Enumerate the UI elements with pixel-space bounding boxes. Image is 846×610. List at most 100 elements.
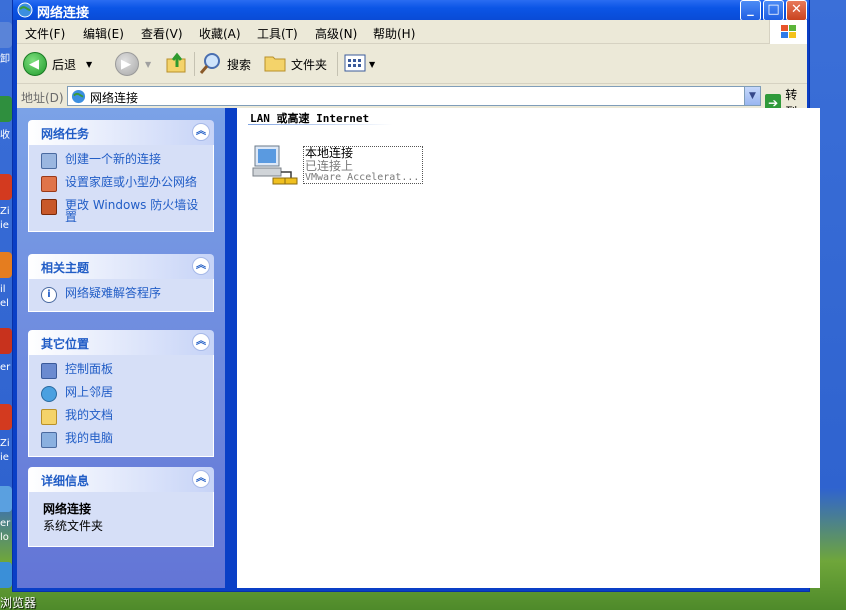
place-label: 网上邻居	[65, 385, 114, 399]
panel-body: 创建一个新的连接 设置家庭或小型办公网络 更改 Windows 防火墙设置	[28, 145, 214, 232]
maximize-button[interactable]: □	[763, 0, 784, 21]
place-label: 控制面板	[65, 362, 114, 376]
title-bar[interactable]: 网络连接 _ □ ✕	[13, 0, 809, 21]
address-bar: 地址(D) 网络连接 ▼ ➔ 转到	[17, 84, 807, 119]
forward-button[interactable]: ▶ ▼	[115, 50, 151, 78]
desktop-icon[interactable]	[0, 22, 12, 48]
connection-label-box: 本地连接 已连接上 VMware Accelerat...	[303, 146, 423, 184]
desktop-icon[interactable]	[0, 486, 12, 512]
up-folder-button[interactable]	[165, 50, 189, 78]
collapse-chevron-icon[interactable]: ︽	[192, 257, 210, 275]
task-firewall-settings[interactable]: 更改 Windows 防火墙设置	[41, 199, 205, 223]
details-type: 系统文件夹	[43, 519, 104, 533]
chevron-down-icon: ▼	[145, 59, 152, 69]
panel-title: 详细信息	[41, 474, 90, 488]
menu-advanced[interactable]: 高级(N)	[315, 25, 357, 42]
address-dropdown-icon[interactable]: ▼	[744, 87, 760, 105]
content-pane: LAN 或高速 Internet 本地连接 已连接上 VMware Accele…	[237, 108, 820, 588]
back-label: 后退	[52, 57, 77, 72]
task-label: 创建一个新的连接	[65, 152, 162, 166]
menu-file[interactable]: 文件(F)	[25, 25, 65, 42]
place-control-panel[interactable]: 控制面板	[41, 363, 205, 379]
menu-view[interactable]: 查看(V)	[141, 25, 183, 42]
toolbar: ◀ 后退 ▼ ▶ ▼ 搜索 文件夹 ▼	[17, 44, 807, 84]
forward-arrow-icon: ▶	[115, 52, 139, 76]
control-panel-icon	[41, 363, 57, 379]
panel-body: 网络连接 系统文件夹	[28, 492, 214, 547]
panel-header[interactable]: 详细信息 ︽	[28, 467, 214, 492]
details-name: 网络连接	[43, 502, 92, 516]
task-pane: 网络任务 ︽ 创建一个新的连接 设置家庭或小型办公网络 更改 Windows 防…	[17, 108, 225, 588]
panel-related-topics: 相关主题 ︽ i 网络疑难解答程序	[28, 254, 214, 312]
computer-icon	[41, 432, 57, 448]
address-label: 地址(D)	[21, 91, 64, 105]
panel-header[interactable]: 网络任务 ︽	[28, 120, 214, 145]
place-network-neighborhood[interactable]: 网上邻居	[41, 386, 205, 402]
panel-header[interactable]: 相关主题 ︽	[28, 254, 214, 279]
task-label: 网络疑难解答程序	[65, 286, 162, 300]
task-create-connection[interactable]: 创建一个新的连接	[41, 153, 205, 169]
panel-other-places: 其它位置 ︽ 控制面板 网上邻居 我的文档 我的电脑	[28, 330, 214, 457]
explorer-window: 网络连接 _ □ ✕ 文件(F) 编辑(E) 查看(V) 收藏(A) 工具(T)…	[12, 0, 820, 592]
back-button[interactable]: ◀ 后退 ▼	[23, 50, 92, 78]
panel-body: i 网络疑难解答程序	[28, 279, 214, 312]
firewall-icon	[41, 199, 57, 215]
place-label: 我的电脑	[65, 431, 114, 445]
place-my-computer[interactable]: 我的电脑	[41, 432, 205, 448]
panel-body: 控制面板 网上邻居 我的文档 我的电脑	[28, 355, 214, 457]
desktop-icon[interactable]	[0, 404, 12, 430]
close-button[interactable]: ✕	[786, 0, 807, 21]
address-input[interactable]: 网络连接 ▼	[67, 86, 761, 106]
toolbar-separator	[337, 52, 338, 76]
panel-network-tasks: 网络任务 ︽ 创建一个新的连接 设置家庭或小型办公网络 更改 Windows 防…	[28, 120, 214, 232]
folders-label: 文件夹	[291, 57, 328, 72]
menu-bar: 文件(F) 编辑(E) 查看(V) 收藏(A) 工具(T) 高级(N) 帮助(H…	[17, 20, 807, 44]
menu-favorites[interactable]: 收藏(A)	[199, 25, 241, 42]
panel-title: 相关主题	[41, 261, 90, 275]
collapse-chevron-icon[interactable]: ︽	[192, 123, 210, 141]
home-network-icon	[41, 176, 57, 192]
back-arrow-icon: ◀	[23, 52, 47, 76]
views-icon	[343, 51, 367, 78]
collapse-chevron-icon[interactable]: ︽	[192, 470, 210, 488]
windows-logo-icon	[769, 20, 807, 44]
folder-icon	[263, 51, 287, 78]
menu-tools[interactable]: 工具(T)	[257, 25, 298, 42]
folders-button[interactable]: 文件夹	[263, 50, 327, 78]
menu-edit[interactable]: 编辑(E)	[83, 25, 124, 42]
minimize-button[interactable]: _	[740, 0, 761, 21]
desktop-icon[interactable]	[0, 174, 12, 200]
desktop-icon-label: 浏览器	[0, 596, 37, 610]
network-places-icon	[41, 386, 57, 402]
address-value: 网络连接	[90, 91, 139, 105]
panel-header[interactable]: 其它位置 ︽	[28, 330, 214, 355]
connection-item[interactable]: 本地连接 已连接上 VMware Accelerat...	[251, 142, 431, 186]
desktop-icon[interactable]	[0, 328, 12, 354]
task-home-network[interactable]: 设置家庭或小型办公网络	[41, 176, 205, 192]
connection-status: 已连接上	[305, 159, 354, 173]
task-label: 更改 Windows 防火墙设置	[65, 198, 199, 224]
panel-details: 详细信息 ︽ 网络连接 系统文件夹	[28, 467, 214, 547]
chevron-down-icon: ▼	[369, 59, 376, 69]
task-troubleshooter[interactable]: i 网络疑难解答程序	[41, 287, 205, 303]
group-divider	[248, 124, 393, 125]
panel-title: 网络任务	[41, 127, 90, 141]
toolbar-separator	[194, 52, 195, 76]
menu-help[interactable]: 帮助(H)	[373, 25, 415, 42]
desktop-icon[interactable]	[0, 252, 12, 278]
panel-title: 其它位置	[41, 337, 90, 351]
place-my-documents[interactable]: 我的文档	[41, 409, 205, 425]
desktop-icon[interactable]	[0, 96, 12, 122]
folder-up-icon	[165, 51, 189, 78]
lan-connection-icon	[251, 142, 299, 186]
collapse-chevron-icon[interactable]: ︽	[192, 333, 210, 351]
info-icon: i	[41, 287, 57, 303]
task-label: 设置家庭或小型办公网络	[65, 175, 198, 189]
search-label: 搜索	[227, 57, 252, 72]
chevron-down-icon: ▼	[86, 59, 93, 69]
documents-folder-icon	[41, 409, 57, 425]
desktop-icon[interactable]	[0, 562, 12, 588]
window-title: 网络连接	[37, 6, 90, 21]
search-button[interactable]: 搜索	[199, 50, 251, 78]
views-button[interactable]: ▼	[343, 50, 375, 78]
